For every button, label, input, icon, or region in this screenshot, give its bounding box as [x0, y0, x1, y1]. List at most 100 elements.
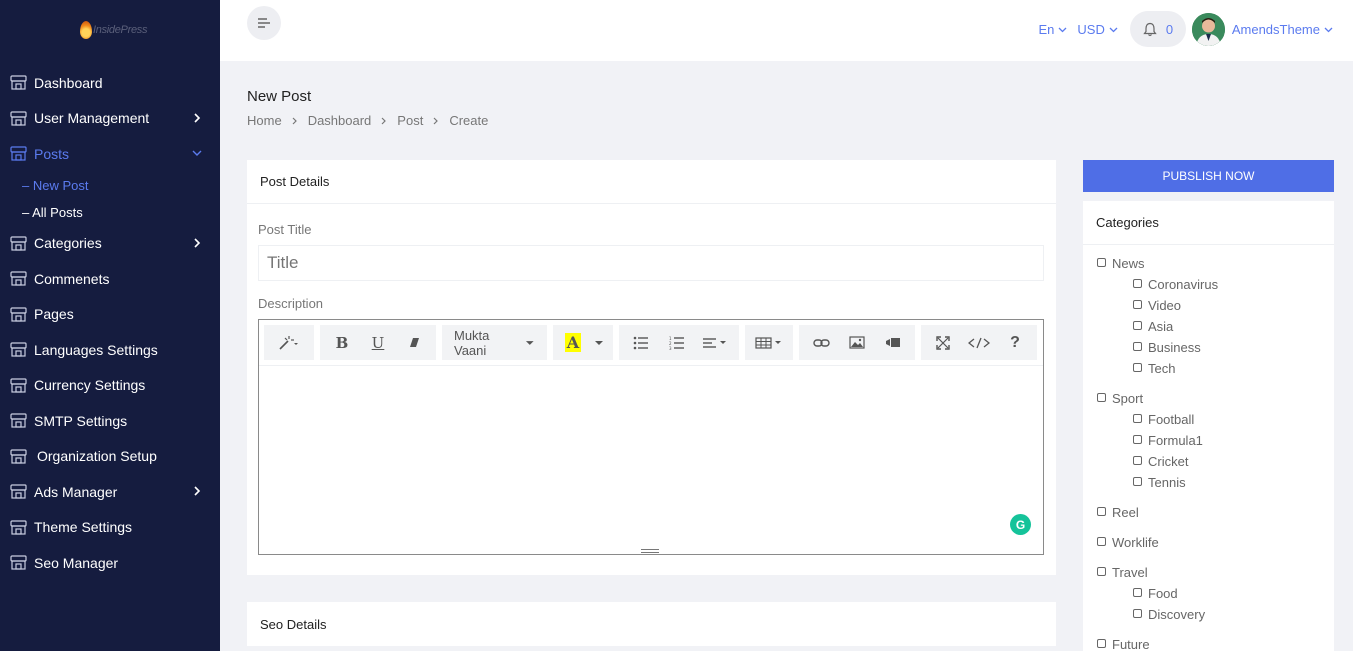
sidebar-item-seo-manager[interactable]: Seo Manager — [0, 545, 220, 581]
category-label: Worklife — [1112, 535, 1159, 550]
text-color-button[interactable]: A — [557, 325, 589, 360]
grammarly-icon[interactable]: G — [1010, 514, 1031, 535]
editor-resize-handle[interactable] — [641, 549, 659, 553]
bell-icon — [1142, 22, 1157, 36]
store-icon — [10, 236, 27, 251]
numbered-list-icon: 123 — [669, 336, 684, 350]
store-icon — [10, 146, 27, 161]
question-icon: ? — [1010, 333, 1020, 351]
bold-button[interactable]: B — [324, 325, 360, 360]
language-dropdown[interactable]: En — [1038, 22, 1067, 37]
help-button[interactable]: ? — [997, 325, 1033, 360]
subcategory-checkbox[interactable] — [1133, 435, 1142, 444]
table-dropdown-button[interactable] — [749, 325, 789, 360]
category-item: Reel — [1097, 505, 1218, 526]
post-title-input[interactable] — [258, 245, 1044, 281]
categories-card: Categories News Coronavirus Video Asia Busin… — [1083, 201, 1334, 651]
ordered-list-button[interactable]: 123 — [659, 325, 695, 360]
subcategory-checkbox[interactable] — [1133, 342, 1142, 351]
toolbar-group-paragraph: 123 — [619, 325, 739, 360]
breadcrumb-home[interactable]: Home — [247, 113, 282, 128]
subcategory-checkbox[interactable] — [1133, 477, 1142, 486]
category-checkbox[interactable] — [1097, 537, 1106, 546]
align-dropdown-button[interactable] — [695, 325, 735, 360]
logo[interactable]: InsidePress — [80, 20, 147, 40]
language-value: En — [1038, 21, 1055, 37]
magic-wand-icon — [279, 335, 298, 350]
subcategory-checkbox[interactable] — [1133, 321, 1142, 330]
sidebar-item-pages[interactable]: Pages — [0, 297, 220, 333]
chevron-right-icon — [433, 117, 439, 124]
insert-link-button[interactable] — [803, 325, 839, 360]
chevron-down-icon — [192, 150, 202, 156]
chevron-right-icon — [194, 486, 201, 496]
underline-button[interactable]: U — [360, 325, 396, 360]
subcategory-checkbox[interactable] — [1133, 414, 1142, 423]
sidebar-item-label: Seo Manager — [34, 554, 119, 571]
post-details-heading: Post Details — [247, 160, 1056, 204]
subcategory-checkbox[interactable] — [1133, 300, 1142, 309]
fullscreen-button[interactable] — [925, 325, 961, 360]
link-icon — [812, 338, 830, 347]
font-family-dropdown[interactable]: Mukta Vaani — [446, 325, 543, 360]
sidebar-item-label: Organization Setup — [37, 448, 157, 465]
header-actions: En USD 0 AmendsTheme — [1038, 11, 1333, 47]
clear-format-button[interactable] — [396, 325, 432, 360]
category-checkbox[interactable] — [1097, 258, 1106, 267]
user-menu[interactable]: AmendsTheme — [1232, 22, 1333, 37]
avatar[interactable] — [1191, 12, 1225, 46]
subcategory-item: Asia — [1097, 319, 1218, 340]
menu-toggle-button[interactable] — [247, 6, 281, 40]
currency-dropdown[interactable]: USD — [1077, 22, 1118, 37]
sidebar-item-ads-manager[interactable]: Ads Manager — [0, 474, 220, 510]
sidebar-item-label: Ads Manager — [34, 483, 118, 500]
subcategory-item: Food — [1097, 586, 1218, 607]
insert-image-button[interactable] — [839, 325, 875, 360]
magic-style-button[interactable] — [268, 325, 310, 360]
subcategory-item: Tennis — [1097, 475, 1218, 496]
code-view-button[interactable] — [961, 325, 997, 360]
publish-button[interactable]: PUBSLISH NOW — [1083, 160, 1334, 192]
subcategory-checkbox[interactable] — [1133, 588, 1142, 597]
subcategory-label: Formula1 — [1148, 433, 1203, 448]
sidebar-item-organization-setup[interactable]: Organization Setup — [0, 439, 220, 475]
sidebar-item-smtp-settings[interactable]: SMTP Settings — [0, 403, 220, 439]
sidebar-item-theme-settings[interactable]: Theme Settings — [0, 510, 220, 546]
sidebar-item-user-management[interactable]: User Management — [0, 101, 220, 137]
sidebar-subitem-new-post[interactable]: – New Post — [0, 172, 220, 199]
category-checkbox[interactable] — [1097, 639, 1106, 648]
bold-icon: B — [335, 333, 349, 352]
category-checkbox[interactable] — [1097, 507, 1106, 516]
toolbar-group-table — [745, 325, 793, 360]
notifications-button[interactable]: 0 — [1129, 11, 1186, 47]
color-dropdown-button[interactable] — [589, 325, 609, 360]
caret-down-icon — [526, 340, 535, 345]
subcategory-label: Video — [1148, 298, 1182, 313]
subcategory-item: Formula1 — [1097, 433, 1218, 454]
sidebar-nav: Dashboard User Management Posts – New Po… — [0, 65, 220, 581]
subcategory-checkbox[interactable] — [1133, 456, 1142, 465]
category-label: Future — [1112, 637, 1150, 651]
subcategory-checkbox[interactable] — [1133, 363, 1142, 372]
sidebar-subitem-all-posts[interactable]: – All Posts — [0, 199, 220, 226]
sidebar-item-currency-settings[interactable]: Currency Settings — [0, 368, 220, 404]
sidebar-item-dashboard[interactable]: Dashboard — [0, 65, 220, 101]
subcategory-label: Football — [1148, 412, 1195, 427]
unordered-list-button[interactable] — [623, 325, 659, 360]
insert-video-button[interactable] — [875, 325, 911, 360]
menu-lines-icon — [258, 18, 270, 28]
editor-content-area[interactable] — [259, 367, 1043, 553]
sidebar-item-comments[interactable]: Commenets — [0, 261, 220, 297]
category-checkbox[interactable] — [1097, 393, 1106, 402]
expand-icon — [936, 335, 950, 350]
toolbar-group-format: B U — [320, 325, 436, 360]
subcategory-checkbox[interactable] — [1133, 279, 1142, 288]
category-checkbox[interactable] — [1097, 567, 1106, 576]
subcategory-checkbox[interactable] — [1133, 609, 1142, 618]
sidebar-item-posts[interactable]: Posts — [0, 136, 220, 172]
underline-icon: U — [371, 333, 385, 352]
sidebar-item-categories[interactable]: Categories — [0, 226, 220, 262]
sidebar-item-languages-settings[interactable]: Languages Settings — [0, 332, 220, 368]
breadcrumb-dashboard[interactable]: Dashboard — [308, 113, 372, 128]
breadcrumb-post[interactable]: Post — [397, 113, 423, 128]
